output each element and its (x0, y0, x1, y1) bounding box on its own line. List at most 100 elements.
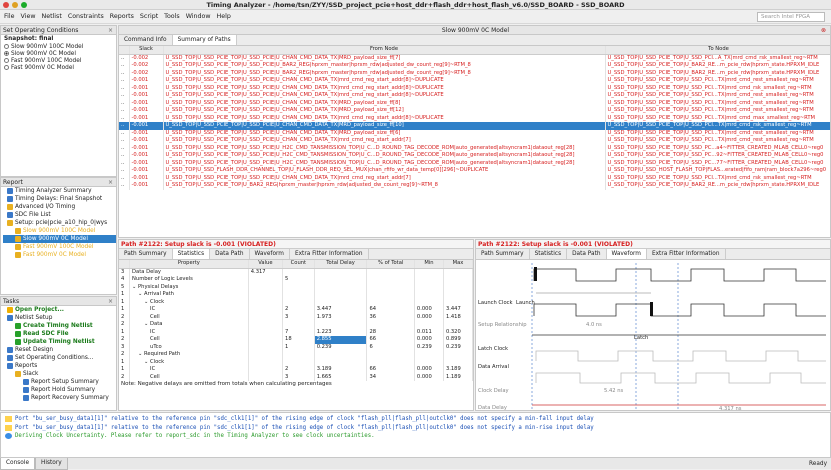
stat-row[interactable]: 1 ⌄ Arrival Path (119, 291, 473, 299)
stat-col-header[interactable]: Max (443, 260, 473, 269)
table-row[interactable]: .. -0.002 U_SSD_TOP|U_SSD_PCIE_TOP|U_SSD_P… (119, 69, 830, 77)
row-expander[interactable]: .. (119, 167, 130, 175)
stat-row[interactable]: 2 Cell 18 2.855 66 0.000 0.899 (119, 336, 473, 344)
table-row[interactable]: .. -0.001 U_SSD_TOP|U_SSD_PCIE_TOP|U_SSD_P… (119, 137, 830, 145)
row-expander[interactable]: .. (119, 159, 130, 167)
stat-col-header[interactable]: Min (414, 260, 444, 269)
menu-item-script[interactable]: Script (140, 13, 158, 20)
table-row[interactable]: .. -0.001 U_SSD_TOP|U_SSD_PCIE_TOP|U_SSD_P… (119, 159, 830, 167)
report-tree-item[interactable]: Fast 900mV 0C Model (3, 251, 116, 259)
close-icon[interactable]: ⊗ (821, 26, 826, 35)
report-tree-item[interactable]: SDC File List (3, 211, 116, 219)
maximize-window-button[interactable] (21, 2, 27, 8)
task-item[interactable]: Open Project... (3, 306, 116, 314)
table-row[interactable]: .. -0.001 U_SSD_TOP|U_SSD_PCIE_TOP|U_SSD_P… (119, 114, 830, 122)
report-tree-item[interactable]: Timing Delays: Final Snapshot (3, 195, 116, 203)
row-expander[interactable]: .. (119, 144, 130, 152)
stat-row[interactable]: 1 IC 2 3.189 66 0.000 3.189 (119, 366, 473, 374)
col-slack[interactable]: Slack (129, 46, 164, 55)
menu-item-window[interactable]: Window (186, 13, 211, 20)
row-expander[interactable]: .. (119, 99, 130, 107)
close-window-button[interactable] (3, 2, 9, 8)
stat-col-header[interactable]: Total Delay (314, 260, 368, 269)
stat-row[interactable]: 1 ⌄ Clock (119, 298, 473, 306)
tab-path-summary[interactable]: Path Summary (119, 249, 173, 259)
table-row[interactable]: .. -0.001 U_SSD_TOP|U_SSD_PCIE_TOP|U_SSD_P… (119, 84, 830, 92)
stat-row[interactable]: 1 IC 2 3.447 64 0.000 3.447 (119, 306, 473, 314)
table-row[interactable]: .. -0.001 U_SSD_TOP|U_SSD_FLASH_DDR_CHANNE… (119, 167, 830, 175)
stat-col-header[interactable]: Count (282, 260, 315, 269)
tab-path-summary[interactable]: Path Summary (476, 249, 530, 259)
row-expander[interactable]: .. (119, 92, 130, 100)
search-input[interactable]: Search Intel FPGA (757, 12, 825, 22)
table-row[interactable]: .. -0.002 U_SSD_TOP|U_SSD_PCIE_TOP|U_SSD_P… (119, 54, 830, 62)
menu-item-file[interactable]: File (4, 13, 15, 20)
col-from-node[interactable]: From Node (163, 46, 606, 55)
menu-item-view[interactable]: View (21, 13, 36, 20)
table-row[interactable]: .. -0.001 U_SSD_TOP|U_SSD_PCIE_TOP|U_SSD_P… (119, 129, 830, 137)
task-item[interactable]: Report Hold Summary (3, 386, 116, 394)
close-icon[interactable]: × (108, 26, 113, 35)
operating-condition-option[interactable]: Fast 900mV 0C Model (1, 64, 116, 71)
operating-condition-option[interactable]: Slow 900mV 100C Model (1, 43, 116, 50)
stat-col-header[interactable]: % of Total (366, 260, 415, 269)
operating-condition-option[interactable]: Slow 900mV 0C Model (1, 50, 116, 57)
row-expander[interactable]: .. (119, 77, 130, 85)
stat-row[interactable]: 2 ⌄ Required Path (119, 351, 473, 359)
radio-icon[interactable] (4, 51, 9, 56)
report-tree-item[interactable]: Timing Analyzer Summary (3, 187, 116, 195)
row-expander[interactable]: .. (119, 84, 130, 92)
stat-row[interactable]: 5 ⌄ Physical Delays (119, 283, 473, 291)
stat-col-header[interactable]: Property (129, 260, 249, 269)
tab-statistics[interactable]: Statistics (172, 249, 211, 259)
table-row[interactable]: .. -0.001 U_SSD_TOP|U_SSD_PCIE_TOP|U_BAR2_… (119, 182, 830, 190)
table-row[interactable]: .. -0.001 U_SSD_TOP|U_SSD_PCIE_TOP|U_SSD_P… (119, 99, 830, 107)
row-expander[interactable]: .. (119, 152, 130, 160)
stat-row[interactable]: 2 ⌄ Data (119, 321, 473, 329)
tab-history[interactable]: History (35, 457, 68, 470)
table-row[interactable]: .. -0.001 U_SSD_TOP|U_SSD_PCIE_TOP|U_SSD_P… (119, 144, 830, 152)
row-expander[interactable]: .. (119, 174, 130, 182)
tab-console[interactable]: Console (0, 457, 36, 470)
table-row[interactable]: .. -0.002 U_SSD_TOP|U_SSD_PCIE_TOP|U_SSD_P… (119, 62, 830, 70)
task-item[interactable]: Reset Design (3, 346, 116, 354)
radio-icon[interactable] (4, 44, 9, 49)
report-tree-item[interactable]: Setup: pcie|pcie_a10_hip_0|wys (3, 219, 116, 227)
task-item[interactable]: Reports (3, 362, 116, 370)
row-expander[interactable]: .. (119, 122, 130, 130)
stat-row[interactable]: 1 ⌄ Clock (119, 358, 473, 366)
table-row[interactable]: .. -0.001 U_SSD_TOP|U_SSD_PCIE_TOP|U_SSD_P… (119, 107, 830, 115)
tab-extra-fitter-information[interactable]: Extra Fitter Information (647, 249, 726, 259)
task-item[interactable]: Update Timing Netlist (3, 338, 116, 346)
stat-row[interactable]: 2 Cell 3 1.973 36 0.000 1.418 (119, 313, 473, 321)
table-row[interactable]: .. -0.001 U_SSD_TOP|U_SSD_PCIE_TOP|U_SSD_P… (119, 92, 830, 100)
table-row[interactable]: .. -0.001 U_SSD_TOP|U_SSD_PCIE_TOP|U_SSD_P… (119, 152, 830, 160)
stat-col-header[interactable] (119, 260, 131, 269)
menu-item-help[interactable]: Help (217, 13, 231, 20)
tab-extra-fitter-information[interactable]: Extra Fitter Information (290, 249, 369, 259)
report-tree-item[interactable]: Fast 900mV 100C Model (3, 243, 116, 251)
tab-data-path[interactable]: Data Path (567, 249, 607, 259)
task-item[interactable]: Create Timing Netlist (3, 322, 116, 330)
task-item[interactable]: Report Setup Summary (3, 378, 116, 386)
tab-statistics[interactable]: Statistics (530, 249, 568, 259)
row-expander[interactable]: .. (119, 137, 130, 145)
table-row[interactable]: .. -0.001 U_SSD_TOP|U_SSD_PCIE_TOP|U_SSD_P… (119, 77, 830, 85)
col-to-node[interactable]: To Node (605, 46, 830, 55)
menu-item-constraints[interactable]: Constraints (68, 13, 104, 20)
task-item[interactable]: Netlist Setup (3, 314, 116, 322)
row-expander[interactable]: .. (119, 129, 130, 137)
menu-item-tools[interactable]: Tools (164, 13, 180, 20)
stat-row[interactable]: 2 Cell 3 1.665 34 0.000 1.189 (119, 373, 473, 381)
stat-row[interactable]: 3 uTco 1 0.239 6 0.239 0.239 (119, 343, 473, 351)
report-tree-item[interactable]: Advanced I/O Timing (3, 203, 116, 211)
tab-waveform[interactable]: Waveform (606, 249, 647, 259)
stat-row[interactable]: 4 Number of Logic Levels 5 (119, 276, 473, 284)
task-item[interactable]: Set Operating Conditions... (3, 354, 116, 362)
row-expander[interactable]: .. (119, 62, 130, 70)
radio-icon[interactable] (4, 58, 9, 63)
tab-data-path[interactable]: Data Path (210, 249, 250, 259)
stat-row[interactable]: 1 IC 7 1.223 28 0.011 0.320 (119, 328, 473, 336)
tab-summary-of-paths[interactable]: Summary of Paths (172, 35, 237, 45)
table-row[interactable]: .. -0.001 U_SSD_TOP|U_SSD_PCIE_TOP|U_SSD_P… (119, 122, 830, 130)
